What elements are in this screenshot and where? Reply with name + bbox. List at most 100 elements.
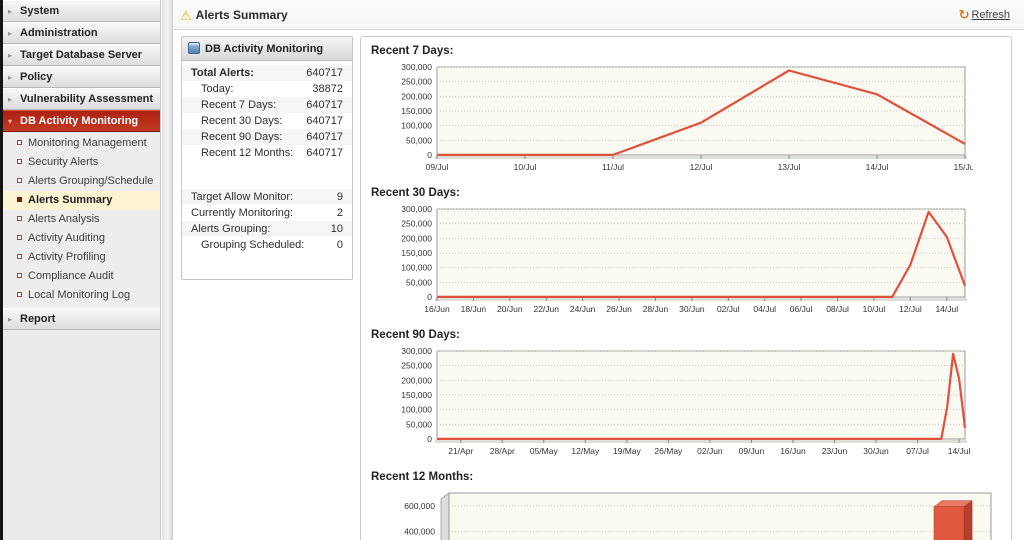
stat-value: 640717 xyxy=(306,147,343,159)
svg-text:09/Jul: 09/Jul xyxy=(426,162,449,172)
sidebar-subitem-activity-auditing[interactable]: Activity Auditing xyxy=(3,229,160,248)
sidebar-subitem-label: Alerts Analysis xyxy=(28,213,100,225)
chart-section-recent-90-days: Recent 90 Days: 0 50,000 100,000 150,000 200,… xyxy=(369,329,1003,467)
sidebar-item-target-database-server[interactable]: ▸ Target Database Server xyxy=(3,44,160,66)
stat-label: Recent 12 Months: xyxy=(201,147,294,159)
sidebar-splitter[interactable] xyxy=(162,0,173,540)
stat-label: Today: xyxy=(201,83,234,95)
sidebar-item-db-activity-monitoring[interactable]: ▾ DB Activity Monitoring xyxy=(3,110,160,132)
alert-counts-group: Total Alerts: 640717 Today: 38872 Recent 7 D… xyxy=(182,61,352,163)
stat-label: Alerts Grouping: xyxy=(191,223,271,235)
sidebar-item-report[interactable]: ▸ Report xyxy=(3,308,160,330)
stats-bottom-padding xyxy=(182,255,352,279)
bullet-square-icon xyxy=(17,273,22,278)
svg-text:13/Jul: 13/Jul xyxy=(778,162,801,172)
sidebar-submenu: Monitoring Management Security Alerts Aler… xyxy=(3,132,160,308)
chevron-right-icon: ▸ xyxy=(8,315,13,324)
sidebar-subitem-activity-profiling[interactable]: Activity Profiling xyxy=(3,248,160,267)
stat-row-target-allow-monitor: Target Allow Monitor: 9 xyxy=(182,189,352,205)
monitoring-counts-group: Target Allow Monitor: 9 Currently Monitori… xyxy=(182,185,352,255)
chart-section-recent-12-months: Recent 12 Months:0200,000400,000600,000 xyxy=(369,471,1003,540)
stat-label: Recent 30 Days: xyxy=(201,115,283,127)
bullet-square-icon xyxy=(17,235,22,240)
stat-value: 38872 xyxy=(312,83,343,95)
svg-text:400,000: 400,000 xyxy=(404,527,435,537)
svg-text:12/Jul: 12/Jul xyxy=(899,304,922,314)
stats-panel-title: DB Activity Monitoring xyxy=(205,43,324,55)
svg-text:05/May: 05/May xyxy=(530,446,559,456)
chart-title: Recent 90 Days: xyxy=(371,329,460,341)
refresh-label: Refresh xyxy=(971,9,1010,21)
sidebar-subitem-label: Local Monitoring Log xyxy=(28,289,131,301)
svg-text:16/Jun: 16/Jun xyxy=(424,304,450,314)
page-header: ⚠ Alerts Summary ↻ Refresh xyxy=(174,0,1024,30)
chart-plot-recent-12-months: 0200,000400,000600,000 xyxy=(404,492,992,540)
sidebar-subitem-label: Alerts Summary xyxy=(28,194,113,206)
sidebar-item-label: Vulnerability Assessment xyxy=(20,93,154,105)
stat-row-alerts-grouping: Alerts Grouping: 10 xyxy=(182,221,352,237)
svg-text:11/Jul: 11/Jul xyxy=(602,162,624,172)
stat-label: Currently Monitoring: xyxy=(191,207,294,219)
svg-text:150,000: 150,000 xyxy=(401,248,432,258)
svg-text:250,000: 250,000 xyxy=(401,361,432,371)
svg-text:21/Apr: 21/Apr xyxy=(448,446,473,456)
sidebar-subitem-alerts-summary[interactable]: Alerts Summary xyxy=(3,191,160,210)
svg-text:04/Jul: 04/Jul xyxy=(753,304,776,314)
svg-text:24/Jun: 24/Jun xyxy=(570,304,596,314)
chevron-right-icon: ▸ xyxy=(8,29,13,38)
sidebar-subitem-local-monitoring-log[interactable]: Local Monitoring Log xyxy=(3,286,160,305)
svg-text:14/Jul: 14/Jul xyxy=(948,446,971,456)
stat-row-recent-30-days: Recent 30 Days: 640717 xyxy=(182,113,352,129)
stat-row-recent-90-days: Recent 90 Days: 640717 xyxy=(182,129,352,145)
db-activity-summary-panel: DB Activity Monitoring Total Alerts: 6407… xyxy=(181,36,353,280)
sidebar-subitem-compliance-audit[interactable]: Compliance Audit xyxy=(3,267,160,286)
chart-title: Recent 7 Days: xyxy=(371,45,454,57)
refresh-button[interactable]: ↻ Refresh xyxy=(959,7,1010,23)
svg-text:12/May: 12/May xyxy=(571,446,600,456)
sidebar-subitem-security-alerts[interactable]: Security Alerts xyxy=(3,153,160,172)
svg-text:10/Jul: 10/Jul xyxy=(514,162,537,172)
svg-text:02/Jun: 02/Jun xyxy=(697,446,723,456)
svg-text:200,000: 200,000 xyxy=(401,233,432,243)
svg-text:10/Jul: 10/Jul xyxy=(863,304,886,314)
svg-text:23/Jun: 23/Jun xyxy=(822,446,848,456)
svg-text:20/Jun: 20/Jun xyxy=(497,304,523,314)
chevron-right-icon: ▸ xyxy=(8,51,13,60)
chart-plot-recent-90-days: 0 50,000 100,000 150,000 200,000 250,000 300,0… xyxy=(401,346,971,456)
page-title-text: Alerts Summary xyxy=(195,8,288,22)
svg-text:250,000: 250,000 xyxy=(401,77,432,87)
sidebar-subitem-alerts-grouping-schedule[interactable]: Alerts Grouping/Schedule xyxy=(3,172,160,191)
sidebar-menu: ▸ System ▸ Administration ▸ Target Database S… xyxy=(3,0,160,330)
chart-title: Recent 12 Months: xyxy=(371,471,474,483)
bullet-square-icon xyxy=(17,159,22,164)
svg-text:28/Jun: 28/Jun xyxy=(643,304,669,314)
sidebar-nav: ▸ System ▸ Administration ▸ Target Database S… xyxy=(3,0,161,540)
svg-text:100,000: 100,000 xyxy=(401,121,432,131)
app-window: ▸ System ▸ Administration ▸ Target Database S… xyxy=(0,0,1024,540)
sidebar-item-system[interactable]: ▸ System xyxy=(3,0,160,22)
svg-text:150,000: 150,000 xyxy=(401,390,432,400)
sidebar-subitem-label: Alerts Grouping/Schedule xyxy=(28,175,154,187)
sidebar-subitem-alerts-analysis[interactable]: Alerts Analysis xyxy=(3,210,160,229)
sidebar-item-administration[interactable]: ▸ Administration xyxy=(3,22,160,44)
chart-plot-recent-30-days: 0 50,000 100,000 150,000 200,000 250,000 300,0… xyxy=(401,204,967,314)
sidebar-subitem-label: Security Alerts xyxy=(28,156,99,168)
stat-label: Recent 90 Days: xyxy=(201,131,283,143)
stats-group-gap xyxy=(182,163,352,185)
svg-text:200,000: 200,000 xyxy=(401,375,432,385)
svg-text:200,000: 200,000 xyxy=(401,91,432,101)
sidebar-subitem-label: Monitoring Management xyxy=(28,137,147,149)
sidebar-subitem-monitoring-management[interactable]: Monitoring Management xyxy=(3,134,160,153)
sidebar-item-vulnerability-assessment[interactable]: ▸ Vulnerability Assessment xyxy=(3,88,160,110)
svg-text:18/Jun: 18/Jun xyxy=(461,304,487,314)
svg-text:28/Apr: 28/Apr xyxy=(490,446,515,456)
svg-text:19/May: 19/May xyxy=(613,446,642,456)
svg-text:14/Jul: 14/Jul xyxy=(866,162,889,172)
sidebar-item-policy[interactable]: ▸ Policy xyxy=(3,66,160,88)
svg-text:26/May: 26/May xyxy=(654,446,683,456)
svg-text:09/Jun: 09/Jun xyxy=(739,446,765,456)
sidebar-item-label: Administration xyxy=(20,27,98,39)
stat-label: Grouping Scheduled: xyxy=(201,239,305,251)
svg-text:600,000: 600,000 xyxy=(404,501,435,511)
sidebar-item-label: Policy xyxy=(20,71,53,83)
